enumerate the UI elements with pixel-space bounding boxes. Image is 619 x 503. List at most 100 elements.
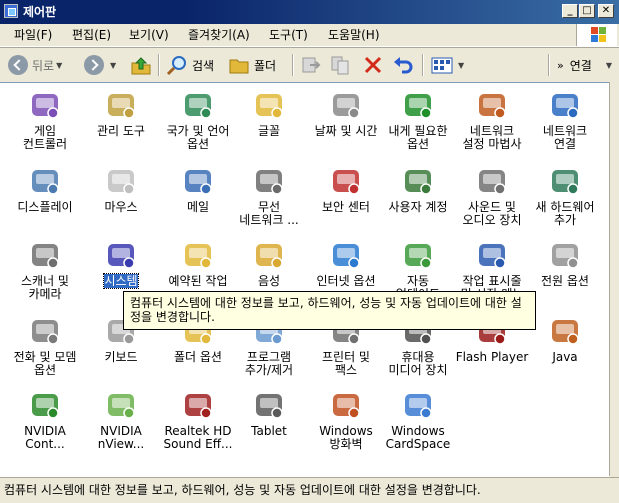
control-panel-item[interactable]: Realtek HD Sound Eff...	[159, 389, 237, 463]
firewall-icon	[330, 389, 362, 421]
minimize-button[interactable]: _	[562, 4, 578, 18]
up-folder-icon	[131, 57, 151, 75]
control-panel-item[interactable]: 새 하드웨어 추가	[526, 165, 604, 239]
go-dropdown-icon: ▼	[605, 60, 612, 70]
clock-icon	[330, 89, 362, 121]
folders-icon	[229, 59, 249, 74]
control-panel-item[interactable]: 사운드 및 오디오 장치	[453, 165, 531, 239]
item-label: 네트워크 연결	[542, 124, 588, 151]
item-label: NVIDIA nView...	[97, 424, 145, 451]
control-panel-item[interactable]: 글꼴	[230, 89, 308, 163]
item-label: 보안 센터	[322, 200, 370, 214]
menu-bar: 파일(F) 편집(E) 보기(V) 즐겨찾기(A) 도구(T) 도움말(H)	[0, 24, 619, 47]
realtek-speaker-icon	[182, 389, 214, 421]
item-label: 게임 컨트롤러	[22, 124, 68, 151]
item-label: Java	[552, 350, 578, 364]
control-panel-item[interactable]: NVIDIA nView...	[82, 389, 160, 463]
windows-update-icon	[402, 239, 434, 271]
control-panel-item[interactable]: 네트워크 연결	[526, 89, 604, 163]
control-panel-item[interactable]: 마우스	[82, 165, 160, 239]
control-panel-item[interactable]: 게임 컨트롤러	[6, 89, 84, 163]
close-button[interactable]: ✕	[598, 4, 614, 18]
item-label: 스캐너 및 카메라	[21, 274, 69, 301]
control-panel-item[interactable]: 사용자 계정	[379, 165, 457, 239]
forward-button[interactable]: ▼	[84, 51, 116, 79]
item-label: 사용자 계정	[388, 200, 448, 214]
item-label: Realtek HD Sound Eff...	[163, 424, 233, 451]
java-icon	[549, 315, 581, 347]
views-dropdown-icon[interactable]: ▼	[458, 61, 464, 70]
control-panel-item[interactable]: Windows CardSpace	[379, 389, 457, 463]
undo-button[interactable]	[392, 51, 414, 79]
forward-arrow-icon	[84, 55, 104, 75]
search-icon	[166, 56, 186, 76]
item-label: 날짜 및 시간	[314, 124, 378, 138]
back-dropdown-icon[interactable]: ▼	[56, 61, 62, 70]
internet-options-icon	[330, 239, 362, 271]
chevron-more-icon: »	[557, 58, 564, 72]
menu-help[interactable]: 도움말(H)	[326, 27, 382, 43]
phone-modem-icon	[29, 315, 61, 347]
hardware-icon	[549, 165, 581, 197]
go-button[interactable]: » 연결 ▼	[557, 51, 612, 79]
up-folder-button[interactable]	[130, 51, 152, 79]
control-panel-item[interactable]: 전화 및 모뎀 옵션	[6, 315, 84, 389]
control-panel-item[interactable]: Tablet	[230, 389, 308, 463]
vertical-scrollbar[interactable]	[609, 82, 619, 476]
copy-to-button[interactable]	[330, 51, 352, 79]
item-label: Flash Player	[455, 350, 529, 364]
network-globe-icon	[549, 89, 581, 121]
item-label: 휴대용 미디어 장치	[388, 350, 448, 377]
control-panel-item[interactable]: 내게 필요한 옵션	[379, 89, 457, 163]
admin-tools-icon	[105, 89, 137, 121]
control-panel-item[interactable]: 네트워크 설정 마법사	[453, 89, 531, 163]
control-panel-items-view[interactable]: 게임 컨트롤러 관리 도구 국가 및 언어 옵션 글꼴 날짜 및 시간 내게 필요한 옵션 네트워…	[0, 82, 610, 477]
control-panel-item[interactable]: 메일	[159, 165, 237, 239]
control-panel-item[interactable]: 무선 네트워크 ...	[230, 165, 308, 239]
item-label: 새 하드웨어 추가	[535, 200, 595, 227]
speaker-icon	[476, 165, 508, 197]
control-panel-item[interactable]: Java	[526, 315, 604, 389]
toolbar-separator	[158, 54, 160, 76]
users-icon	[402, 165, 434, 197]
control-panel-item[interactable]: 스캐너 및 카메라	[6, 239, 84, 313]
menu-file[interactable]: 파일(F)	[12, 27, 54, 43]
search-button[interactable]: 검색	[166, 51, 214, 79]
item-label: 예약된 작업	[168, 274, 228, 288]
menu-view[interactable]: 보기(V)	[127, 27, 171, 43]
control-panel-item[interactable]: Windows 방화벽	[307, 389, 385, 463]
maximize-button[interactable]: □	[579, 4, 595, 18]
item-label: 프린터 및 팩스	[322, 350, 370, 377]
item-label: 내게 필요한 옵션	[388, 124, 448, 151]
mouse-icon	[105, 165, 137, 197]
search-label: 검색	[192, 58, 215, 73]
forward-dropdown-icon[interactable]: ▼	[110, 61, 116, 70]
menu-tools[interactable]: 도구(T)	[267, 27, 310, 43]
nvidia-nview-icon	[105, 389, 137, 421]
item-label: Windows 방화벽	[319, 424, 373, 451]
item-label: 전화 및 모뎀 옵션	[13, 350, 77, 377]
control-panel-item[interactable]: NVIDIA Cont...	[6, 389, 84, 463]
menu-edit[interactable]: 편집(E)	[70, 27, 113, 43]
globe-icon	[182, 89, 214, 121]
menu-favorites[interactable]: 즐겨찾기(A)	[186, 27, 252, 43]
control-panel-item[interactable]: 국가 및 언어 옵션	[159, 89, 237, 163]
back-button[interactable]: 뒤로 ▼	[8, 51, 62, 79]
control-panel-item[interactable]: 디스플레이	[6, 165, 84, 239]
speech-icon	[253, 239, 285, 271]
delete-button[interactable]	[362, 51, 384, 79]
views-button[interactable]: ▼	[430, 51, 464, 79]
control-panel-item[interactable]: 보안 센터	[307, 165, 385, 239]
folders-button[interactable]: 폴더	[228, 51, 276, 79]
taskbar-icon	[476, 239, 508, 271]
toolbar-separator	[292, 54, 294, 76]
accessibility-icon	[402, 89, 434, 121]
title-bar: 제어판 _ □ ✕	[0, 0, 619, 24]
cardspace-icon	[402, 389, 434, 421]
control-panel-item[interactable]: 관리 도구	[82, 89, 160, 163]
move-to-button[interactable]	[300, 51, 322, 79]
item-label: 마우스	[104, 200, 138, 214]
control-panel-item[interactable]: 전원 옵션	[526, 239, 604, 313]
control-panel-item[interactable]: 날짜 및 시간	[307, 89, 385, 163]
toolbar-separator	[548, 54, 550, 76]
